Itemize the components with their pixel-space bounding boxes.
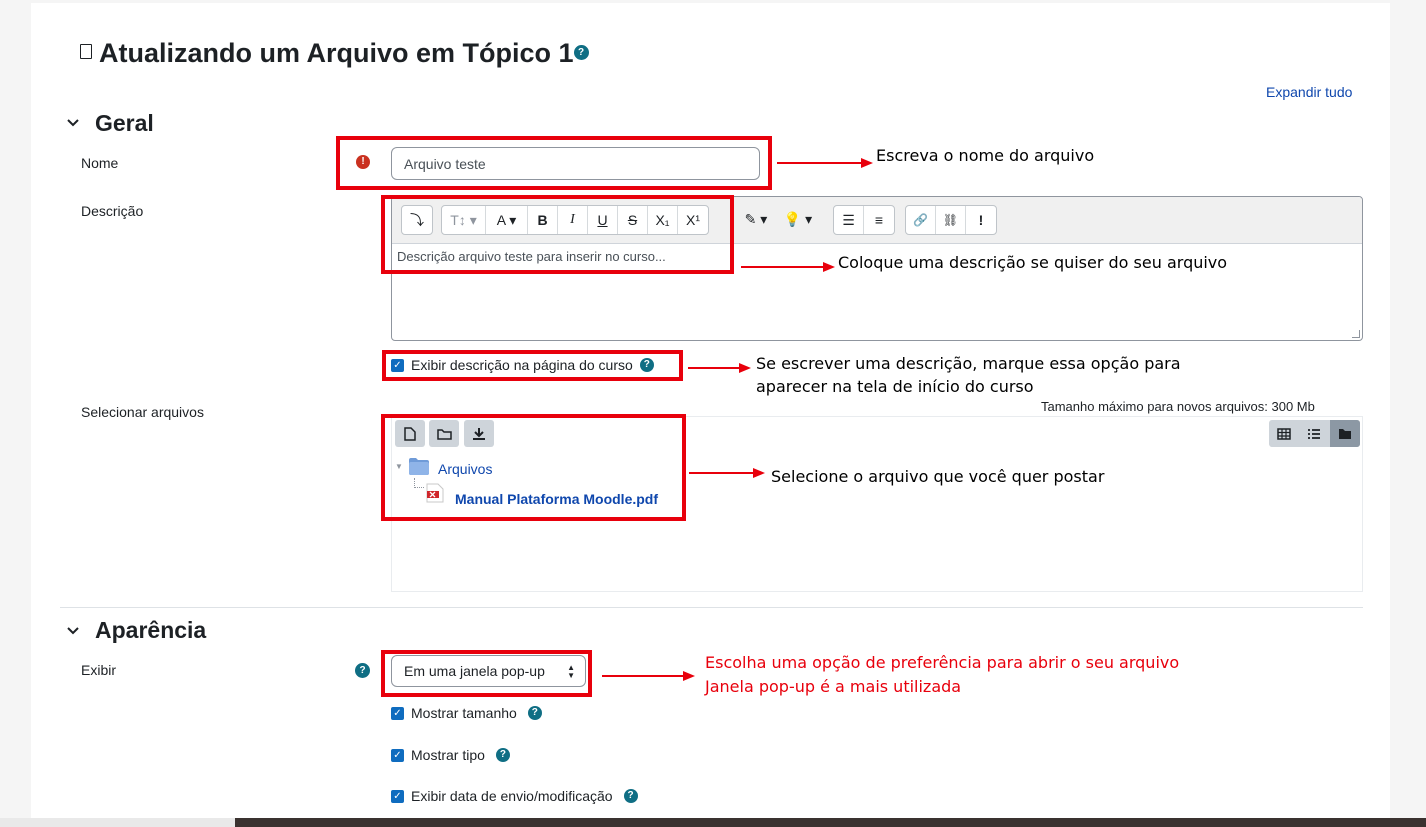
- annotation-arrowhead: [861, 158, 873, 168]
- annotation-arrow: [777, 162, 863, 164]
- annotation-name: Escreva o nome do arquivo: [876, 146, 1095, 165]
- highlight-button[interactable]: ✎ ▾: [736, 205, 776, 233]
- display-label: Exibir: [81, 662, 117, 678]
- expand-all-link[interactable]: Expandir tudo: [1266, 84, 1352, 100]
- tree-view-icon[interactable]: [1329, 420, 1360, 447]
- highlight-box-display: [381, 650, 592, 697]
- unlink-button[interactable]: ⛓: [936, 206, 966, 234]
- annotation-checkbox-line2: aparecer na tela de início do curso: [756, 377, 1034, 396]
- help-icon[interactable]: ?: [355, 663, 370, 678]
- annotation-description: Coloque uma descrição se quiser do seu a…: [838, 253, 1228, 272]
- show-type-checkbox[interactable]: ✓: [391, 748, 404, 762]
- max-file-size: Tamanho máximo para novos arquivos: 300 …: [1041, 399, 1315, 414]
- highlight-box-checkbox: [382, 350, 683, 381]
- list-view-icon[interactable]: [1299, 420, 1329, 447]
- show-date-checkbox[interactable]: ✓: [391, 789, 404, 803]
- chevron-down-icon[interactable]: [67, 624, 79, 640]
- annotation-display-line1: Escolha uma opção de preferência para ab…: [705, 653, 1180, 672]
- select-files-label: Selecionar arquivos: [81, 404, 204, 420]
- annotation-arrowhead: [823, 262, 835, 272]
- chevron-down-icon[interactable]: [67, 116, 79, 132]
- view-mode-switcher: [1269, 420, 1360, 447]
- name-label: Nome: [81, 155, 119, 171]
- annotation-arrow: [689, 472, 755, 474]
- help-icon[interactable]: ?: [495, 748, 510, 762]
- show-type-row: ✓ Mostrar tipo ?: [391, 747, 510, 763]
- accessibility-checker-button[interactable]: !: [966, 206, 996, 234]
- file-icon: [80, 44, 92, 60]
- help-icon[interactable]: ?: [623, 789, 638, 803]
- annotation-arrow: [741, 266, 825, 268]
- unordered-list-button[interactable]: ☰: [834, 206, 864, 234]
- form-card: [31, 3, 1390, 827]
- annotation-display-line2: Janela pop-up é a mais utilizada: [705, 677, 962, 696]
- ordered-list-button[interactable]: ≡: [864, 206, 894, 234]
- toolbar-group-links: 🔗 ⛓ !: [905, 205, 997, 235]
- annotation-files: Selecione o arquivo que você quer postar: [771, 467, 1105, 486]
- annotation-arrow: [602, 675, 685, 677]
- resize-handle[interactable]: [1352, 330, 1360, 338]
- lightbulb-button[interactable]: 💡 ▾: [776, 205, 820, 233]
- help-icon[interactable]: ?: [573, 45, 589, 61]
- annotation-arrowhead: [739, 363, 751, 373]
- annotation-arrowhead: [683, 671, 695, 681]
- section-title-aparencia: Aparência: [95, 617, 207, 643]
- section-divider: [60, 607, 1363, 608]
- link-button[interactable]: 🔗: [906, 206, 936, 234]
- highlight-box-description: [381, 195, 734, 274]
- description-label: Descrição: [81, 203, 144, 219]
- annotation-arrow: [688, 367, 741, 369]
- page-title: Atualizando um Arquivo em Tópico 1: [99, 38, 574, 68]
- taskbar-left: [0, 818, 235, 827]
- help-icon[interactable]: ?: [527, 706, 542, 720]
- page-title-row: Atualizando um Arquivo em Tópico 1?: [80, 38, 589, 69]
- section-title-geral: Geral: [95, 110, 154, 136]
- grid-view-icon[interactable]: [1269, 420, 1299, 447]
- show-type-label[interactable]: Mostrar tipo: [411, 747, 485, 763]
- annotation-arrowhead: [753, 468, 765, 478]
- show-size-checkbox[interactable]: ✓: [391, 706, 404, 720]
- show-size-label[interactable]: Mostrar tamanho: [411, 705, 517, 721]
- highlight-box-name: [336, 136, 772, 190]
- highlight-box-files: [381, 414, 686, 521]
- show-date-label[interactable]: Exibir data de envio/modificação: [411, 788, 613, 804]
- show-size-row: ✓ Mostrar tamanho ?: [391, 705, 542, 721]
- show-date-row: ✓ Exibir data de envio/modificação ?: [391, 788, 638, 804]
- annotation-checkbox-line1: Se escrever uma descrição, marque essa o…: [756, 354, 1181, 373]
- toolbar-group-highlight: ✎ ▾ 💡 ▾: [736, 205, 820, 235]
- toolbar-group-lists: ☰ ≡: [833, 205, 895, 235]
